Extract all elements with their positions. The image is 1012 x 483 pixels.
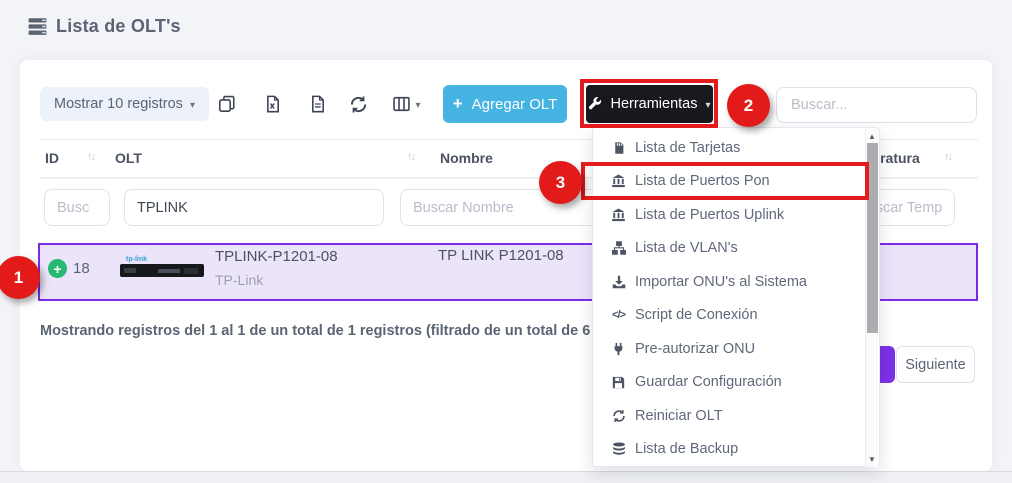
- menu-item-label: Guardar Configuración: [635, 374, 782, 390]
- menu-item-label: Reiniciar OLT: [635, 408, 723, 424]
- menu-item-lista-de-puertos-uplink[interactable]: Lista de Puertos Uplink: [593, 198, 879, 232]
- refresh-icon[interactable]: [347, 94, 369, 114]
- copy-icon[interactable]: [216, 94, 238, 114]
- annotation-marker-2: 2: [727, 84, 770, 127]
- chevron-down-icon: ▾: [706, 100, 711, 111]
- wrench-icon: [588, 97, 602, 111]
- bank-icon: [610, 174, 627, 188]
- scrollbar-thumb[interactable]: [867, 143, 878, 333]
- menu-item-guardar-configuracion[interactable]: Guardar Configuración: [593, 366, 879, 400]
- pagination-next-button[interactable]: Siguiente: [896, 346, 975, 383]
- bank-icon: [610, 208, 627, 222]
- sd-card-icon: [610, 141, 627, 155]
- records-summary: Mostrando registros del 1 al 1 de un tot…: [40, 323, 661, 339]
- herramientas-label: Herramientas: [610, 96, 697, 112]
- network-icon: [610, 241, 627, 255]
- herramientas-dropdown-menu: Lista de Tarjetas Lista de Puertos Pon L…: [592, 127, 880, 467]
- menu-item-lista-de-vlans[interactable]: Lista de VLAN's: [593, 232, 879, 266]
- sort-icon[interactable]: ↑↓: [407, 151, 414, 163]
- servers-icon: [28, 17, 47, 36]
- cell-olt-brand: TP-Link: [215, 272, 263, 288]
- excel-export-icon[interactable]: [262, 94, 284, 114]
- menu-item-lista-de-backup[interactable]: Lista de Backup: [593, 433, 879, 467]
- menu-item-reiniciar-olt[interactable]: Reiniciar OLT: [593, 399, 879, 433]
- menu-item-label: Lista de Tarjetas: [635, 140, 740, 156]
- menu-item-script-de-conexion[interactable]: </> Script de Conexión: [593, 299, 879, 333]
- sort-icon[interactable]: ↑↓: [87, 151, 94, 163]
- scroll-up-icon[interactable]: ▲: [866, 132, 878, 141]
- column-header-nombre[interactable]: Nombre: [440, 150, 493, 166]
- menu-item-lista-de-puertos-pon[interactable]: Lista de Puertos Pon: [593, 165, 879, 199]
- expand-row-icon[interactable]: +: [48, 259, 67, 278]
- menu-item-label: Pre-autorizar ONU: [635, 341, 755, 357]
- page-title: Lista de OLT's: [56, 16, 181, 37]
- save-icon: [610, 376, 627, 389]
- page-bottom-divider: [0, 471, 1012, 483]
- sort-icon[interactable]: ↑↓: [944, 151, 951, 163]
- menu-item-label: Lista de Puertos Uplink: [635, 207, 784, 223]
- olt-device-image: tp-link: [118, 251, 210, 290]
- show-entries-button[interactable]: Mostrar 10 registros ▾: [40, 87, 209, 121]
- column-header-olt[interactable]: OLT: [115, 150, 142, 166]
- menu-item-label: Lista de Puertos Pon: [635, 173, 770, 189]
- scroll-down-icon[interactable]: ▼: [866, 455, 878, 464]
- menu-item-lista-de-tarjetas[interactable]: Lista de Tarjetas: [593, 131, 879, 165]
- menu-item-importar-onus[interactable]: Importar ONU's al Sistema: [593, 265, 879, 299]
- search-input[interactable]: [776, 87, 977, 123]
- add-olt-label: Agregar OLT: [472, 96, 558, 113]
- column-header-id[interactable]: ID: [45, 150, 59, 166]
- database-icon: [610, 442, 627, 456]
- filter-olt-input[interactable]: [124, 189, 384, 226]
- menu-item-pre-autorizar-onu[interactable]: Pre-autorizar ONU: [593, 332, 879, 366]
- menu-item-label: Script de Conexión: [635, 307, 758, 323]
- show-entries-label: Mostrar 10 registros: [54, 96, 183, 112]
- refresh-icon: [610, 409, 627, 423]
- herramientas-button[interactable]: Herramientas ▾: [586, 85, 713, 123]
- chevron-down-icon[interactable]: ▾: [412, 94, 424, 114]
- add-olt-button[interactable]: + Agregar OLT: [443, 85, 567, 123]
- file-export-icon[interactable]: [307, 94, 329, 114]
- menu-item-label: Lista de VLAN's: [635, 240, 738, 256]
- olt-list-page: Lista de OLT's Mostrar 10 registros ▾: [0, 0, 1012, 483]
- code-icon: </>: [610, 309, 627, 321]
- plus-icon: +: [453, 94, 463, 114]
- page-header: Lista de OLT's: [28, 16, 181, 37]
- column-visibility-icon[interactable]: [390, 94, 412, 114]
- menu-item-label: Importar ONU's al Sistema: [635, 274, 807, 290]
- plug-icon: [610, 342, 627, 356]
- cell-nombre: TP LINK P1201-08: [438, 247, 564, 264]
- filter-id-input[interactable]: [44, 189, 110, 226]
- cell-olt-model: TPLINK-P1201-08: [215, 248, 338, 265]
- dropdown-scrollbar[interactable]: ▲ ▼: [865, 129, 878, 467]
- menu-item-label: Lista de Backup: [635, 441, 738, 457]
- download-icon: [610, 275, 627, 289]
- cell-id: 18: [73, 260, 90, 277]
- annotation-marker-3: 3: [539, 161, 582, 204]
- chevron-down-icon: ▾: [190, 100, 195, 111]
- svg-text:tp-link: tp-link: [126, 256, 147, 263]
